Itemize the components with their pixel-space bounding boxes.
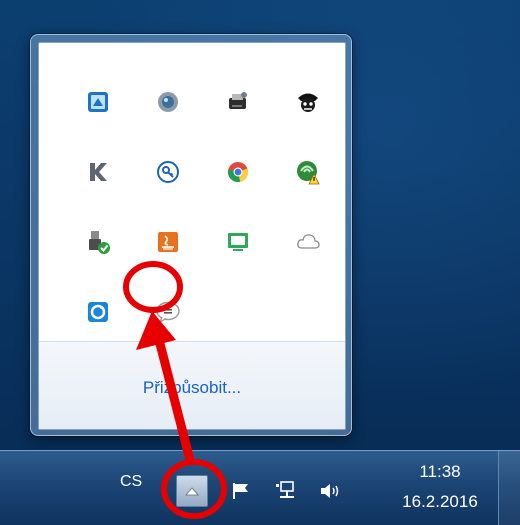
action-center-flag-icon[interactable] — [230, 479, 254, 503]
network-icon[interactable] — [274, 479, 298, 503]
chrome-icon[interactable] — [223, 157, 253, 187]
chat-bubble-icon[interactable] — [153, 297, 183, 327]
tray-overflow-popup: Přizpůsobit... — [30, 34, 352, 436]
printer-icon[interactable] — [223, 87, 253, 117]
chevron-up-icon — [185, 487, 199, 496]
webcam-icon[interactable] — [153, 87, 183, 117]
language-indicator[interactable]: CS — [120, 473, 142, 491]
show-hidden-icons-button[interactable] — [176, 475, 208, 507]
sync-icon[interactable] — [83, 297, 113, 327]
customize-link[interactable]: Přizpůsobit... — [39, 378, 345, 398]
k-app-icon[interactable] — [83, 157, 113, 187]
clock-time: 11:38 — [419, 462, 461, 481]
clock[interactable]: 11:38 16.2.2016 — [392, 459, 488, 515]
java-icon[interactable] — [153, 227, 183, 257]
pirate-icon[interactable] — [293, 87, 323, 117]
usb-safe-remove-icon[interactable] — [83, 227, 113, 257]
show-desktop-button[interactable] — [498, 451, 520, 525]
network-warning-icon[interactable] — [293, 157, 323, 187]
tray-icon-grid — [53, 57, 333, 347]
popup-footer: Přizpůsobit... — [39, 341, 345, 429]
key-icon[interactable] — [153, 157, 183, 187]
taskbar: CS 11:38 16.2.2016 — [0, 450, 520, 525]
volume-icon[interactable] — [318, 479, 342, 503]
remote-desktop-icon[interactable] — [83, 87, 113, 117]
display-icon[interactable] — [223, 227, 253, 257]
cloud-icon[interactable] — [293, 227, 323, 257]
clock-date: 16.2.2016 — [402, 492, 478, 511]
tray-overflow-panel: Přizpůsobit... — [38, 42, 346, 430]
